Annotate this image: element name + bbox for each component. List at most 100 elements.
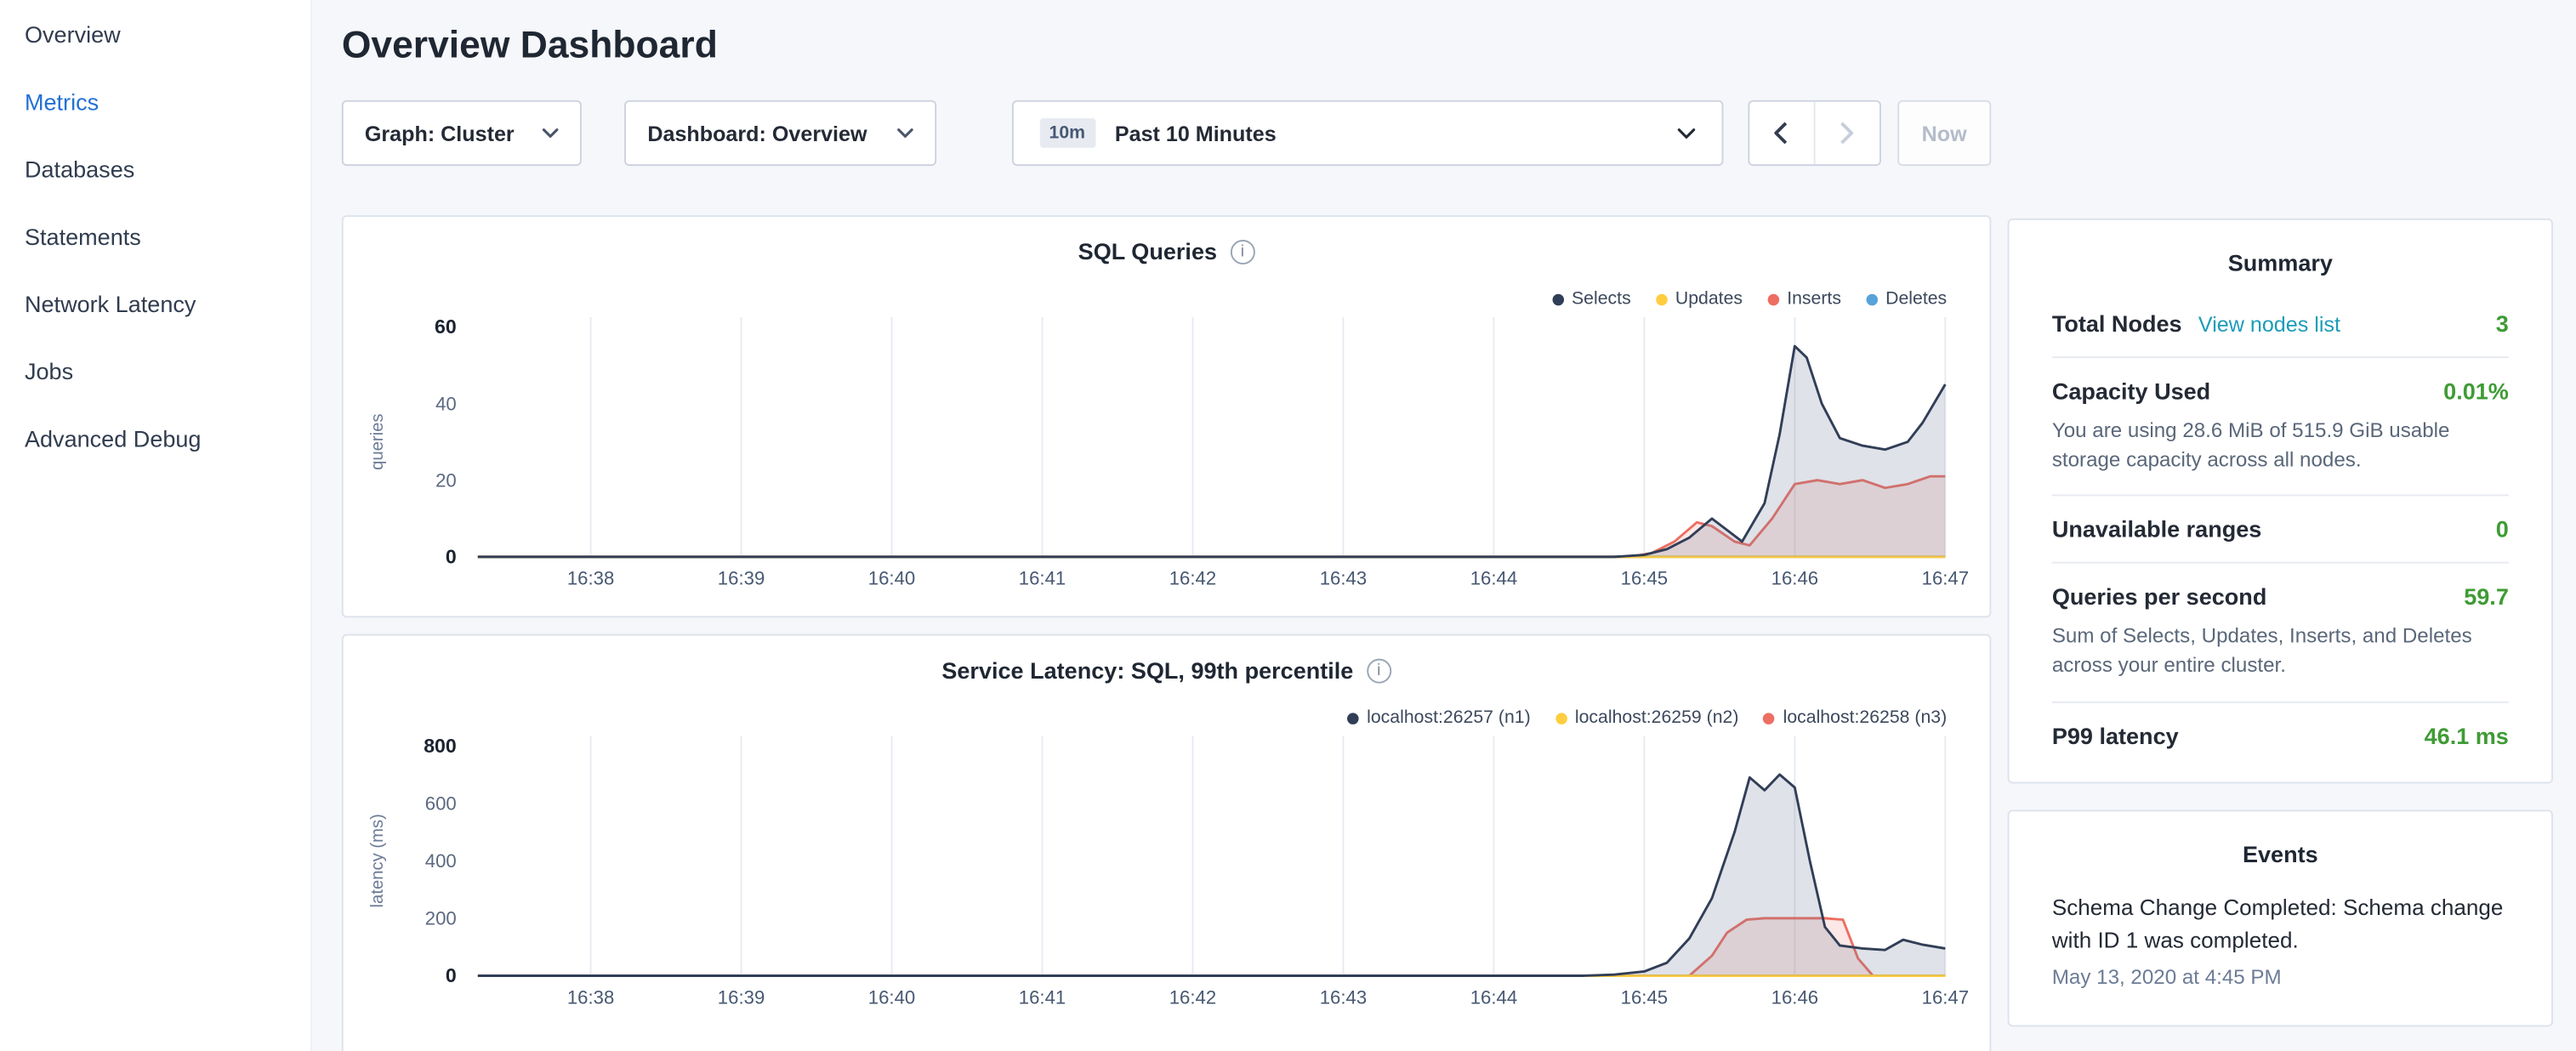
graph-scope-dropdown[interactable]: Graph: Cluster	[342, 100, 582, 166]
chart-title-text: SQL Queries	[1078, 238, 1217, 264]
legend-item[interactable]: Selects	[1552, 289, 1631, 309]
legend-dot-icon	[1767, 293, 1779, 305]
time-range-picker[interactable]: 10m Past 10 Minutes	[1011, 100, 1724, 166]
sidebar-item-metrics[interactable]: Metrics	[0, 67, 310, 134]
chevron-down-icon	[543, 128, 559, 139]
svg-text:16:38: 16:38	[567, 568, 614, 589]
app-root: Overview Metrics Databases Statements Ne…	[0, 0, 2576, 1051]
summary-heading: Summary	[2052, 243, 2509, 291]
summary-row-unavailable-ranges: Unavailable ranges 0	[2052, 497, 2509, 564]
service-latency-legend: localhost:26257 (n1) localhost:26259 (n2)…	[1347, 708, 1947, 728]
summary-row-total-nodes: Total Nodes View nodes list 3	[2052, 291, 2509, 358]
legend-dot-icon	[1555, 712, 1567, 724]
legend-label: localhost:26257 (n1)	[1367, 708, 1531, 728]
right-sidebar: Summary Total Nodes View nodes list 3 Ca…	[2008, 219, 2553, 1027]
summary-panel: Summary Total Nodes View nodes list 3 Ca…	[2008, 219, 2553, 783]
svg-text:16:40: 16:40	[868, 986, 915, 1008]
sidebar-item-databases[interactable]: Databases	[0, 134, 310, 202]
summary-row-capacity-used: Capacity Used 0.01% You are using 28.6 M…	[2052, 358, 2509, 497]
sql-queries-chart: 16:3816:3916:4016:4116:4216:4316:4416:45…	[344, 217, 1990, 619]
event-item[interactable]: Schema Change Completed: Schema change w…	[2052, 881, 2509, 1012]
chevron-down-icon	[1678, 128, 1696, 139]
total-nodes-value: 3	[2496, 310, 2509, 337]
svg-text:16:38: 16:38	[567, 986, 614, 1008]
legend-dot-icon	[1347, 712, 1359, 724]
dashboard-dropdown[interactable]: Dashboard: Overview	[624, 100, 935, 166]
sidebar-item-statements[interactable]: Statements	[0, 202, 310, 270]
svg-text:latency (ms): latency (ms)	[368, 814, 387, 907]
legend-item[interactable]: Updates	[1656, 289, 1743, 309]
service-latency-panel: Service Latency: SQL, 99th percentile lo…	[342, 634, 1992, 1051]
unavailable-ranges-label: Unavailable ranges	[2052, 516, 2262, 543]
event-timestamp: May 13, 2020 at 4:45 PM	[2052, 967, 2509, 990]
p99-latency-value: 46.1 ms	[2425, 722, 2509, 748]
sidebar-item-network-latency[interactable]: Network Latency	[0, 270, 310, 337]
service-latency-chart: 16:3816:3916:4016:4116:4216:4316:4416:45…	[344, 636, 1990, 1038]
svg-text:16:45: 16:45	[1621, 986, 1668, 1008]
capacity-used-description: You are using 28.6 MiB of 515.9 GiB usab…	[2052, 416, 2509, 475]
p99-latency-label: P99 latency	[2052, 722, 2179, 748]
main-content: Overview Dashboard Graph: Cluster Dashbo…	[342, 0, 1992, 1051]
sidebar-item-overview[interactable]: Overview	[0, 0, 310, 67]
legend-label: localhost:26258 (n3)	[1783, 708, 1948, 728]
time-back-button[interactable]	[1750, 102, 1815, 164]
legend-label: localhost:26259 (n2)	[1575, 708, 1739, 728]
legend-item[interactable]: localhost:26259 (n2)	[1555, 708, 1739, 728]
total-nodes-label: Total Nodes	[2052, 310, 2182, 337]
svg-text:60: 60	[435, 315, 457, 338]
dashboard-label: Dashboard: Overview	[647, 121, 867, 145]
svg-text:16:39: 16:39	[718, 986, 765, 1008]
events-panel: Events Schema Change Completed: Schema c…	[2008, 809, 2553, 1027]
legend-dot-icon	[1763, 712, 1775, 724]
legend-label: Deletes	[1885, 289, 1947, 309]
legend-label: Updates	[1675, 289, 1743, 309]
legend-item[interactable]: Inserts	[1767, 289, 1841, 309]
now-button[interactable]: Now	[1897, 100, 1991, 166]
chevron-down-icon	[896, 128, 913, 139]
svg-text:16:46: 16:46	[1771, 568, 1818, 589]
svg-text:16:47: 16:47	[1922, 986, 1969, 1008]
svg-text:600: 600	[425, 793, 457, 814]
view-nodes-list-link[interactable]: View nodes list	[2198, 312, 2340, 337]
legend-label: Inserts	[1787, 289, 1841, 309]
chevron-right-icon	[1840, 122, 1853, 145]
queries-per-second-description: Sum of Selects, Updates, Inserts, and De…	[2052, 622, 2509, 681]
sidebar-item-jobs[interactable]: Jobs	[0, 337, 310, 404]
service-latency-chart-title: Service Latency: SQL, 99th percentile	[344, 636, 1990, 684]
queries-per-second-label: Queries per second	[2052, 583, 2267, 610]
legend-dot-icon	[1656, 293, 1668, 305]
capacity-used-value: 0.01%	[2443, 378, 2509, 404]
svg-text:16:46: 16:46	[1771, 986, 1818, 1008]
svg-text:16:39: 16:39	[718, 568, 765, 589]
time-step-buttons	[1749, 100, 1881, 166]
sidebar-item-advanced-debug[interactable]: Advanced Debug	[0, 404, 310, 471]
graph-scope-label: Graph: Cluster	[365, 121, 515, 145]
legend-item[interactable]: Deletes	[1866, 289, 1947, 309]
info-icon[interactable]	[1230, 239, 1254, 264]
svg-text:16:44: 16:44	[1470, 568, 1517, 589]
summary-row-p99-latency: P99 latency 46.1 ms	[2052, 702, 2509, 768]
time-range-label: Past 10 Minutes	[1115, 121, 1277, 145]
legend-item[interactable]: localhost:26257 (n1)	[1347, 708, 1531, 728]
chevron-left-icon	[1775, 122, 1788, 145]
info-icon[interactable]	[1367, 658, 1391, 683]
sql-queries-panel: SQL Queries Selects Updates Inserts Deletes…	[342, 215, 1992, 617]
legend-label: Selects	[1572, 289, 1631, 309]
controls-bar: Graph: Cluster Dashboard: Overview 10m P…	[342, 100, 1992, 166]
svg-text:16:45: 16:45	[1621, 568, 1668, 589]
page-title: Overview Dashboard	[342, 0, 1992, 67]
sql-queries-legend: Selects Updates Inserts Deletes	[1552, 289, 1947, 309]
sidebar: Overview Metrics Databases Statements Ne…	[0, 0, 312, 1051]
event-text: Schema Change Completed: Schema change w…	[2052, 891, 2509, 960]
time-range-badge: 10m	[1039, 118, 1095, 148]
queries-per-second-value: 59.7	[2464, 583, 2509, 610]
svg-text:16:44: 16:44	[1470, 986, 1517, 1008]
sql-queries-chart-title: SQL Queries	[344, 217, 1990, 264]
time-forward-button[interactable]	[1815, 102, 1879, 164]
capacity-used-label: Capacity Used	[2052, 378, 2210, 404]
svg-text:16:42: 16:42	[1169, 986, 1216, 1008]
svg-text:16:43: 16:43	[1320, 568, 1367, 589]
svg-text:16:41: 16:41	[1019, 568, 1066, 589]
svg-text:queries: queries	[368, 413, 387, 469]
legend-item[interactable]: localhost:26258 (n3)	[1763, 708, 1947, 728]
